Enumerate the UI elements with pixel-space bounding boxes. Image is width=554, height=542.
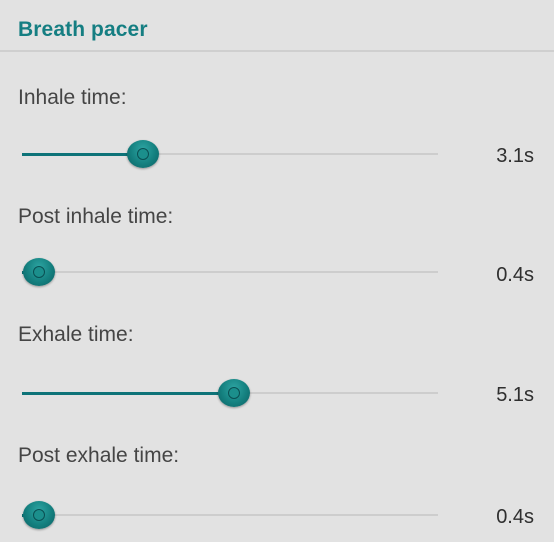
inhale-time-label: Inhale time: [18,86,127,109]
post-exhale-time-value: 0.4s [496,506,534,528]
thumb-ring-icon [33,266,45,278]
thumb-ring-icon [137,148,149,160]
post-exhale-time-label: Post exhale time: [18,444,180,467]
exhale-time-value: 5.1s [496,384,534,406]
inhale-time-slider[interactable] [22,140,438,168]
inhale-time-slider-fill [22,152,143,156]
inhale-time-value: 3.1s [496,145,534,167]
post-inhale-time-value: 0.4s [496,264,534,286]
post-inhale-time-slider[interactable] [22,258,438,286]
post-exhale-time-slider-thumb[interactable] [23,501,55,529]
section-header: Breath pacer [0,0,554,52]
exhale-time-label: Exhale time: [18,323,134,346]
exhale-time-slider-thumb[interactable] [218,379,250,407]
post-inhale-time-slider-thumb[interactable] [23,258,55,286]
section-title: Breath pacer [18,18,148,41]
post-exhale-time-slider[interactable] [22,501,438,529]
inhale-time-slider-thumb[interactable] [127,140,159,168]
post-inhale-time-label: Post inhale time: [18,205,174,228]
thumb-ring-icon [33,509,45,521]
exhale-time-slider-fill [22,391,234,395]
exhale-time-slider[interactable] [22,379,438,407]
thumb-ring-icon [228,387,240,399]
